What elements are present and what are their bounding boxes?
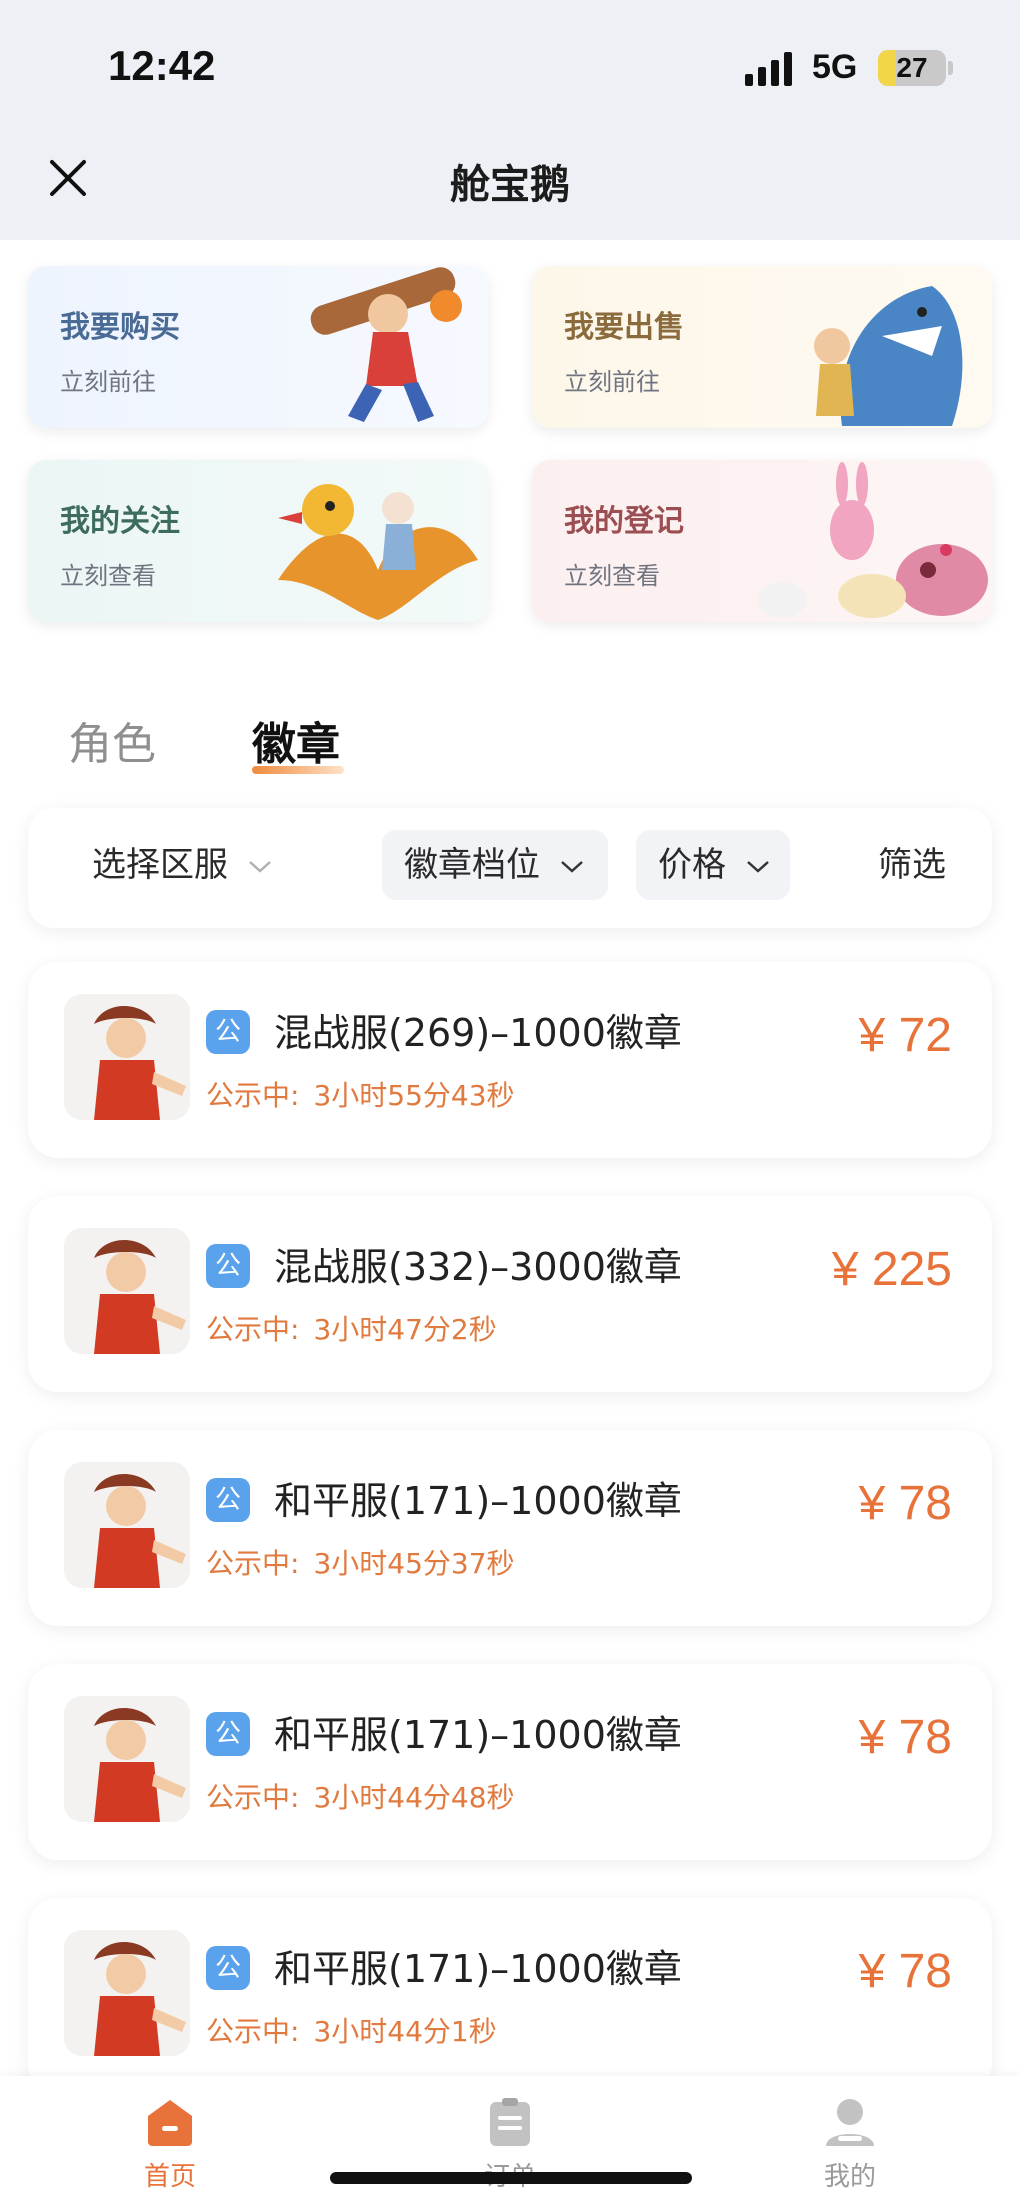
- status-label: 公示中:: [206, 1079, 300, 1112]
- public-tag: 公: [206, 1946, 250, 1990]
- character-illustration: [310, 267, 462, 422]
- chevron-down-icon: [248, 860, 271, 873]
- countdown: 3小时47分2秒: [313, 1313, 497, 1346]
- listing-thumbnail: [64, 994, 190, 1120]
- character-avatar-icon: [94, 1006, 186, 1120]
- public-tag: 公: [206, 1478, 250, 1522]
- countdown: 3小时55分43秒: [313, 1079, 515, 1112]
- shark-illustration: [814, 286, 963, 426]
- tab-role[interactable]: 角色: [68, 708, 156, 772]
- quick-card-follow[interactable]: 我的关注 立刻查看: [28, 460, 488, 622]
- nav-home-label: 首页: [143, 2162, 196, 2192]
- listing-price: ¥ 78: [858, 1711, 952, 1764]
- character-avatar-icon: [94, 1240, 186, 1354]
- listing-thumbnail: [64, 1228, 190, 1354]
- nav-home[interactable]: 首页: [110, 2096, 230, 2193]
- battery-icon: 27: [878, 50, 946, 86]
- countdown: 3小时45分37秒: [313, 1547, 515, 1580]
- home-icon: [148, 2100, 192, 2146]
- listing-card[interactable]: 公 混战服(332)–3000徽章 公示中: 3小时47分2秒 ¥ 225: [28, 1196, 992, 1392]
- listing-price: ¥ 78: [858, 1945, 952, 1998]
- quick-card-subtitle: 立刻查看: [564, 562, 660, 590]
- quick-card-register[interactable]: 我的登记 立刻查看: [532, 460, 992, 622]
- tab-active-indicator: [252, 766, 344, 774]
- profile-icon: [826, 2099, 874, 2146]
- listing-status: 公示中: 3小时55分43秒: [206, 1074, 515, 1114]
- signal-icon: [745, 52, 792, 86]
- listing-thumbnail: [64, 1930, 190, 2056]
- listing-price: ¥ 78: [858, 1477, 952, 1530]
- badge-tier-label: 徽章档位: [404, 845, 540, 885]
- status-label: 公示中:: [206, 1547, 300, 1580]
- listing-status: 公示中: 3小时44分1秒: [206, 2010, 497, 2050]
- listing-title: 混战服(332)–3000徽章: [274, 1245, 682, 1289]
- character-avatar-icon: [94, 1474, 186, 1588]
- public-tag: 公: [206, 1244, 250, 1288]
- tab-badge[interactable]: 徽章: [252, 708, 340, 772]
- quick-card-sell[interactable]: 我要出售 立刻前往: [532, 266, 992, 428]
- listing-thumbnail: [64, 1462, 190, 1588]
- server-select-label: 选择区服: [92, 845, 228, 885]
- page-title: 舱宝鹅: [450, 162, 570, 208]
- chevron-down-icon: [746, 860, 769, 873]
- countdown: 3小时44分48秒: [313, 1781, 515, 1814]
- status-time: 12:42: [108, 42, 216, 89]
- status-label: 公示中:: [206, 1313, 300, 1346]
- chevron-down-icon: [560, 860, 583, 873]
- listing-card[interactable]: 公 和平服(171)–1000徽章 公示中: 3小时45分37秒 ¥ 78: [28, 1430, 992, 1626]
- network-label: 5G: [812, 48, 858, 86]
- quick-card-title: 我要购买: [60, 310, 180, 345]
- orders-icon: [490, 2098, 530, 2146]
- home-indicator: [330, 2172, 692, 2184]
- listing-price: ¥ 72: [858, 1009, 952, 1062]
- character-avatar-icon: [94, 1708, 186, 1822]
- battery-level: 27: [896, 52, 928, 83]
- quick-card-title: 我要出售: [564, 310, 684, 345]
- quick-card-title: 我的登记: [564, 504, 684, 539]
- character-avatar-icon: [94, 1942, 186, 2056]
- badge-tier-select[interactable]: 徽章档位: [382, 830, 608, 900]
- status-label: 公示中:: [206, 1781, 300, 1814]
- listing-card[interactable]: 公 和平服(171)–1000徽章 公示中: 3小时44分48秒 ¥ 78: [28, 1664, 992, 1860]
- nav-profile-label: 我的: [823, 2162, 876, 2192]
- listing-status: 公示中: 3小时45分37秒: [206, 1542, 515, 1582]
- status-label: 公示中:: [206, 2015, 300, 2048]
- listing-price: ¥ 225: [831, 1243, 952, 1296]
- server-select[interactable]: 选择区服: [92, 830, 273, 900]
- quick-card-subtitle: 立刻前往: [564, 368, 660, 396]
- listing-status: 公示中: 3小时47分2秒: [206, 1308, 497, 1348]
- quick-card-buy[interactable]: 我要购买 立刻前往: [28, 266, 488, 428]
- listing-card[interactable]: 公 混战服(269)–1000徽章 公示中: 3小时55分43秒 ¥ 72: [28, 962, 992, 1158]
- nav-profile[interactable]: 我的: [790, 2096, 910, 2193]
- pets-illustration: [758, 462, 988, 618]
- listing-title: 混战服(269)–1000徽章: [274, 1011, 682, 1055]
- listing-title: 和平服(171)–1000徽章: [274, 1947, 682, 1991]
- phoenix-illustration: [278, 484, 478, 620]
- quick-card-title: 我的关注: [60, 504, 180, 539]
- listing-title: 和平服(171)–1000徽章: [274, 1713, 682, 1757]
- quick-card-subtitle: 立刻查看: [60, 562, 156, 590]
- countdown: 3小时44分1秒: [313, 2015, 497, 2048]
- price-sort[interactable]: 价格: [636, 830, 790, 900]
- battery-cap: [948, 61, 953, 75]
- public-tag: 公: [206, 1010, 250, 1054]
- filter-button[interactable]: 筛选: [878, 830, 946, 900]
- listing-card[interactable]: 公 和平服(171)–1000徽章 公示中: 3小时44分1秒 ¥ 78: [28, 1898, 992, 2094]
- quick-card-subtitle: 立刻前往: [60, 368, 156, 396]
- price-sort-label: 价格: [658, 845, 726, 885]
- listing-title: 和平服(171)–1000徽章: [274, 1479, 682, 1523]
- public-tag: 公: [206, 1712, 250, 1756]
- listing-status: 公示中: 3小时44分48秒: [206, 1776, 515, 1816]
- listing-thumbnail: [64, 1696, 190, 1822]
